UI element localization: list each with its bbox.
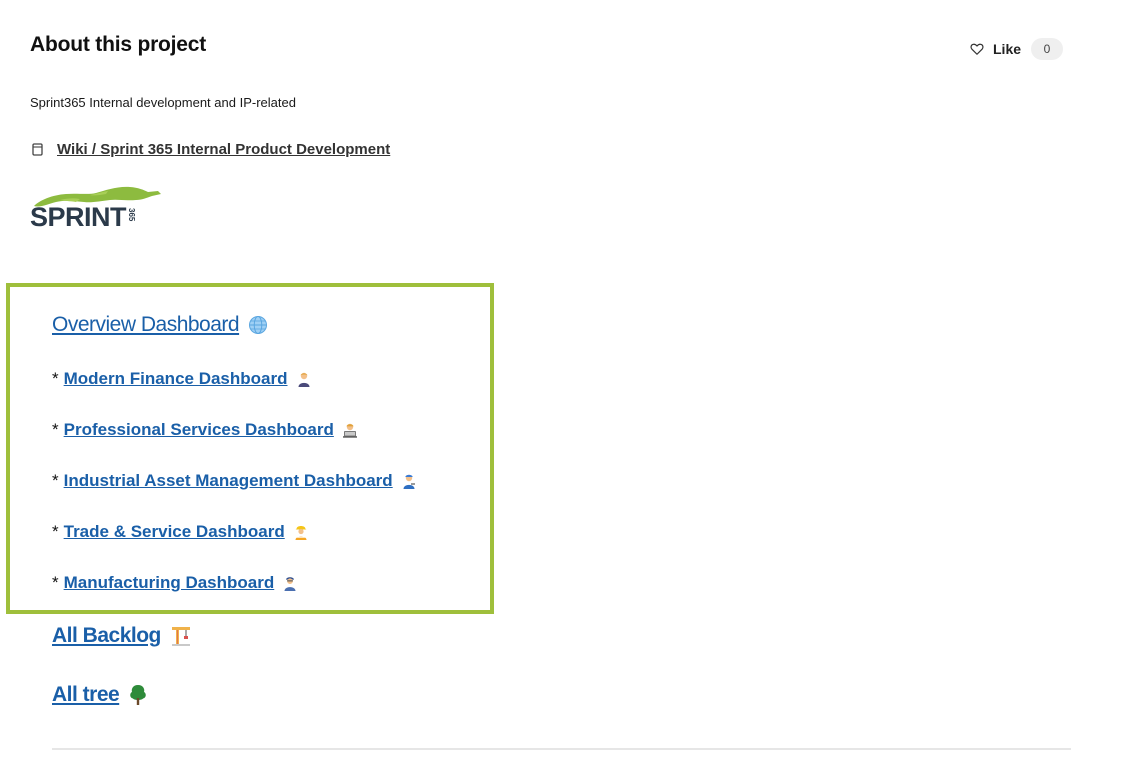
overview-dashboard-link[interactable]: Overview Dashboard [52,313,240,337]
dashboard-list-item: * Trade & Service Dashboard [52,522,309,542]
section-divider [52,748,1071,750]
project-description: Sprint365 Internal development and IP-re… [30,95,296,110]
like-count-badge: 0 [1031,38,1064,60]
bullet: * [52,522,59,541]
sprint365-logo: SPRINT 365 [30,178,170,236]
like-label: Like [993,41,1022,57]
bullet: * [52,369,59,388]
all-tree-row: All tree [52,683,148,707]
all-backlog-link[interactable]: All Backlog [52,624,161,648]
logo-superscript: 365 [127,208,137,222]
bullet: * [52,420,59,439]
dashboard-list-item: * Industrial Asset Management Dashboard [52,471,417,491]
all-backlog-row: All Backlog [52,624,192,648]
construction-worker-icon [295,526,307,540]
like-button[interactable]: Like 0 [970,38,1064,60]
logo-text: SPRINT [30,202,127,232]
wiki-link[interactable]: Wiki / Sprint 365 Internal Product Devel… [57,141,390,158]
bullet: * [52,471,59,490]
tree-icon [130,685,146,705]
dashboard-list-item: * Professional Services Dashboard [52,420,358,440]
industrial-asset-management-dashboard-link[interactable]: Industrial Asset Management Dashboard [64,471,393,491]
wiki-row: Wiki / Sprint 365 Internal Product Devel… [32,141,390,158]
bullet: * [52,573,59,592]
dashboard-list-item: * Modern Finance Dashboard [52,369,312,389]
professional-services-dashboard-link[interactable]: Professional Services Dashboard [64,420,334,440]
all-tree-link[interactable]: All tree [52,683,120,707]
book-icon [32,143,43,156]
heart-icon [970,43,984,55]
technologist-icon [342,423,357,438]
mechanic-icon [403,474,415,489]
dashboard-list-item: * Manufacturing Dashboard [52,573,298,593]
page-title: About this project [30,33,207,56]
manufacturing-dashboard-link[interactable]: Manufacturing Dashboard [64,573,275,593]
businessperson-icon [298,372,309,387]
logo-wordmark: SPRINT 365 [30,202,137,233]
modern-finance-dashboard-link[interactable]: Modern Finance Dashboard [64,369,288,389]
factory-worker-icon [284,577,296,591]
trade-service-dashboard-link[interactable]: Trade & Service Dashboard [64,522,285,542]
globe-icon [249,316,268,334]
overview-dashboard-row: Overview Dashboard [52,313,268,337]
construction-crane-icon [171,627,190,646]
